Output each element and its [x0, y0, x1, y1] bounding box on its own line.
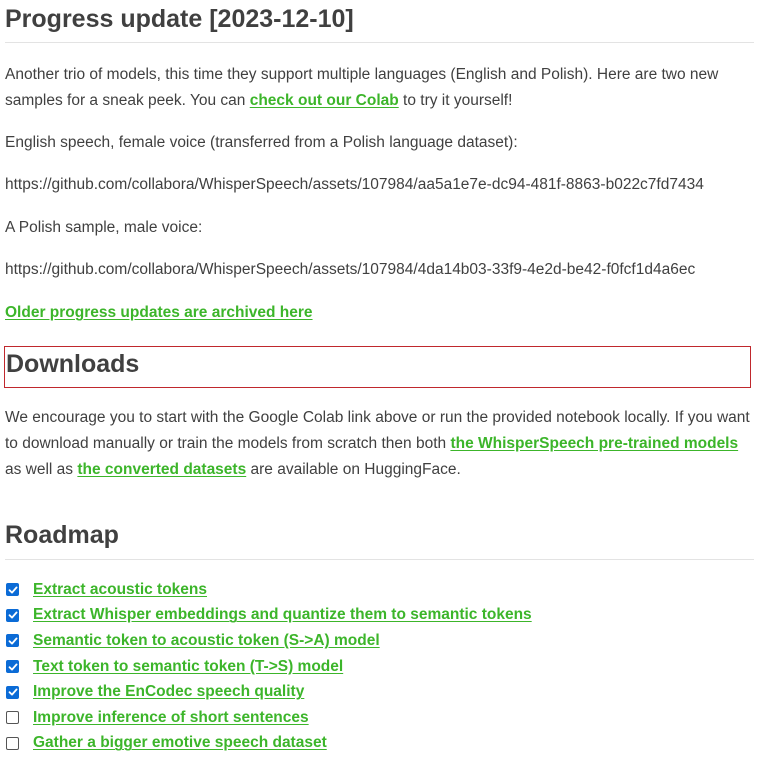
downloads-paragraph: We encourage you to start with the Googl… [5, 405, 754, 483]
task-link[interactable]: Improve the EnCodec speech quality [33, 679, 304, 705]
task-checkbox[interactable] [6, 608, 19, 622]
task-item: Improve inference of short sentences [5, 705, 754, 731]
checkmark-icon [8, 637, 17, 645]
roadmap-heading: Roadmap [5, 518, 754, 560]
task-checkbox[interactable] [6, 685, 19, 699]
page: Progress update [2023-12-10] Another tri… [0, 0, 758, 758]
task-link[interactable]: Improve inference of short sentences [33, 705, 309, 731]
readme-content: Progress update [2023-12-10] Another tri… [4, 0, 754, 756]
downloads-text-2: as well as [5, 461, 78, 478]
pretrained-models-link[interactable]: the WhisperSpeech pre-trained models [450, 435, 738, 452]
task-checkbox[interactable] [6, 660, 19, 674]
task-item: Gather a bigger emotive speech dataset [5, 731, 754, 757]
checkmark-icon [8, 663, 17, 671]
task-link[interactable]: Extract acoustic tokens [33, 577, 207, 603]
progress-update-heading: Progress update [2023-12-10] [5, 0, 754, 43]
downloads-text-3: are available on HuggingFace. [246, 461, 461, 478]
progress-intro-paragraph: Another trio of models, this time they s… [5, 62, 754, 114]
task-link[interactable]: Extract Whisper embeddings and quantize … [33, 602, 532, 628]
polish-sample-label: A Polish sample, male voice: [5, 219, 203, 236]
colab-link[interactable]: check out our Colab [250, 92, 399, 109]
task-link[interactable]: Semantic token to acoustic token (S->A) … [33, 628, 380, 654]
progress-intro-text-2: to try it yourself! [398, 92, 513, 109]
checkmark-icon [8, 688, 17, 696]
task-checkbox[interactable] [6, 736, 19, 750]
task-item: Extract acoustic tokens [5, 577, 754, 603]
task-checkbox[interactable] [6, 583, 19, 597]
task-item: Semantic token to acoustic token (S->A) … [5, 628, 754, 654]
archive-paragraph: Older progress updates are archived here [5, 300, 754, 326]
checkmark-icon [8, 586, 17, 594]
polish-sample-url: https://github.com/collabora/WhisperSpee… [5, 261, 696, 278]
task-item: Extract Whisper embeddings and quantize … [5, 603, 754, 629]
converted-datasets-link[interactable]: the converted datasets [77, 461, 246, 478]
task-item: Text token to semantic token (T->S) mode… [5, 654, 754, 680]
english-sample-label: English speech, female voice (transferre… [5, 134, 518, 151]
task-checkbox[interactable] [6, 711, 19, 725]
downloads-heading: Downloads [6, 350, 140, 378]
task-link[interactable]: Text token to semantic token (T->S) mode… [33, 654, 343, 680]
task-item: Improve the EnCodec speech quality [5, 679, 754, 705]
english-sample-url: https://github.com/collabora/WhisperSpee… [5, 176, 704, 193]
archive-link[interactable]: Older progress updates are archived here [5, 304, 313, 321]
roadmap-task-list: Extract acoustic tokens Extract Whisper … [5, 577, 754, 756]
task-checkbox[interactable] [6, 634, 19, 648]
task-link[interactable]: Gather a bigger emotive speech dataset [33, 730, 327, 756]
downloads-heading-box: Downloads [4, 346, 751, 388]
checkmark-icon [8, 611, 17, 619]
